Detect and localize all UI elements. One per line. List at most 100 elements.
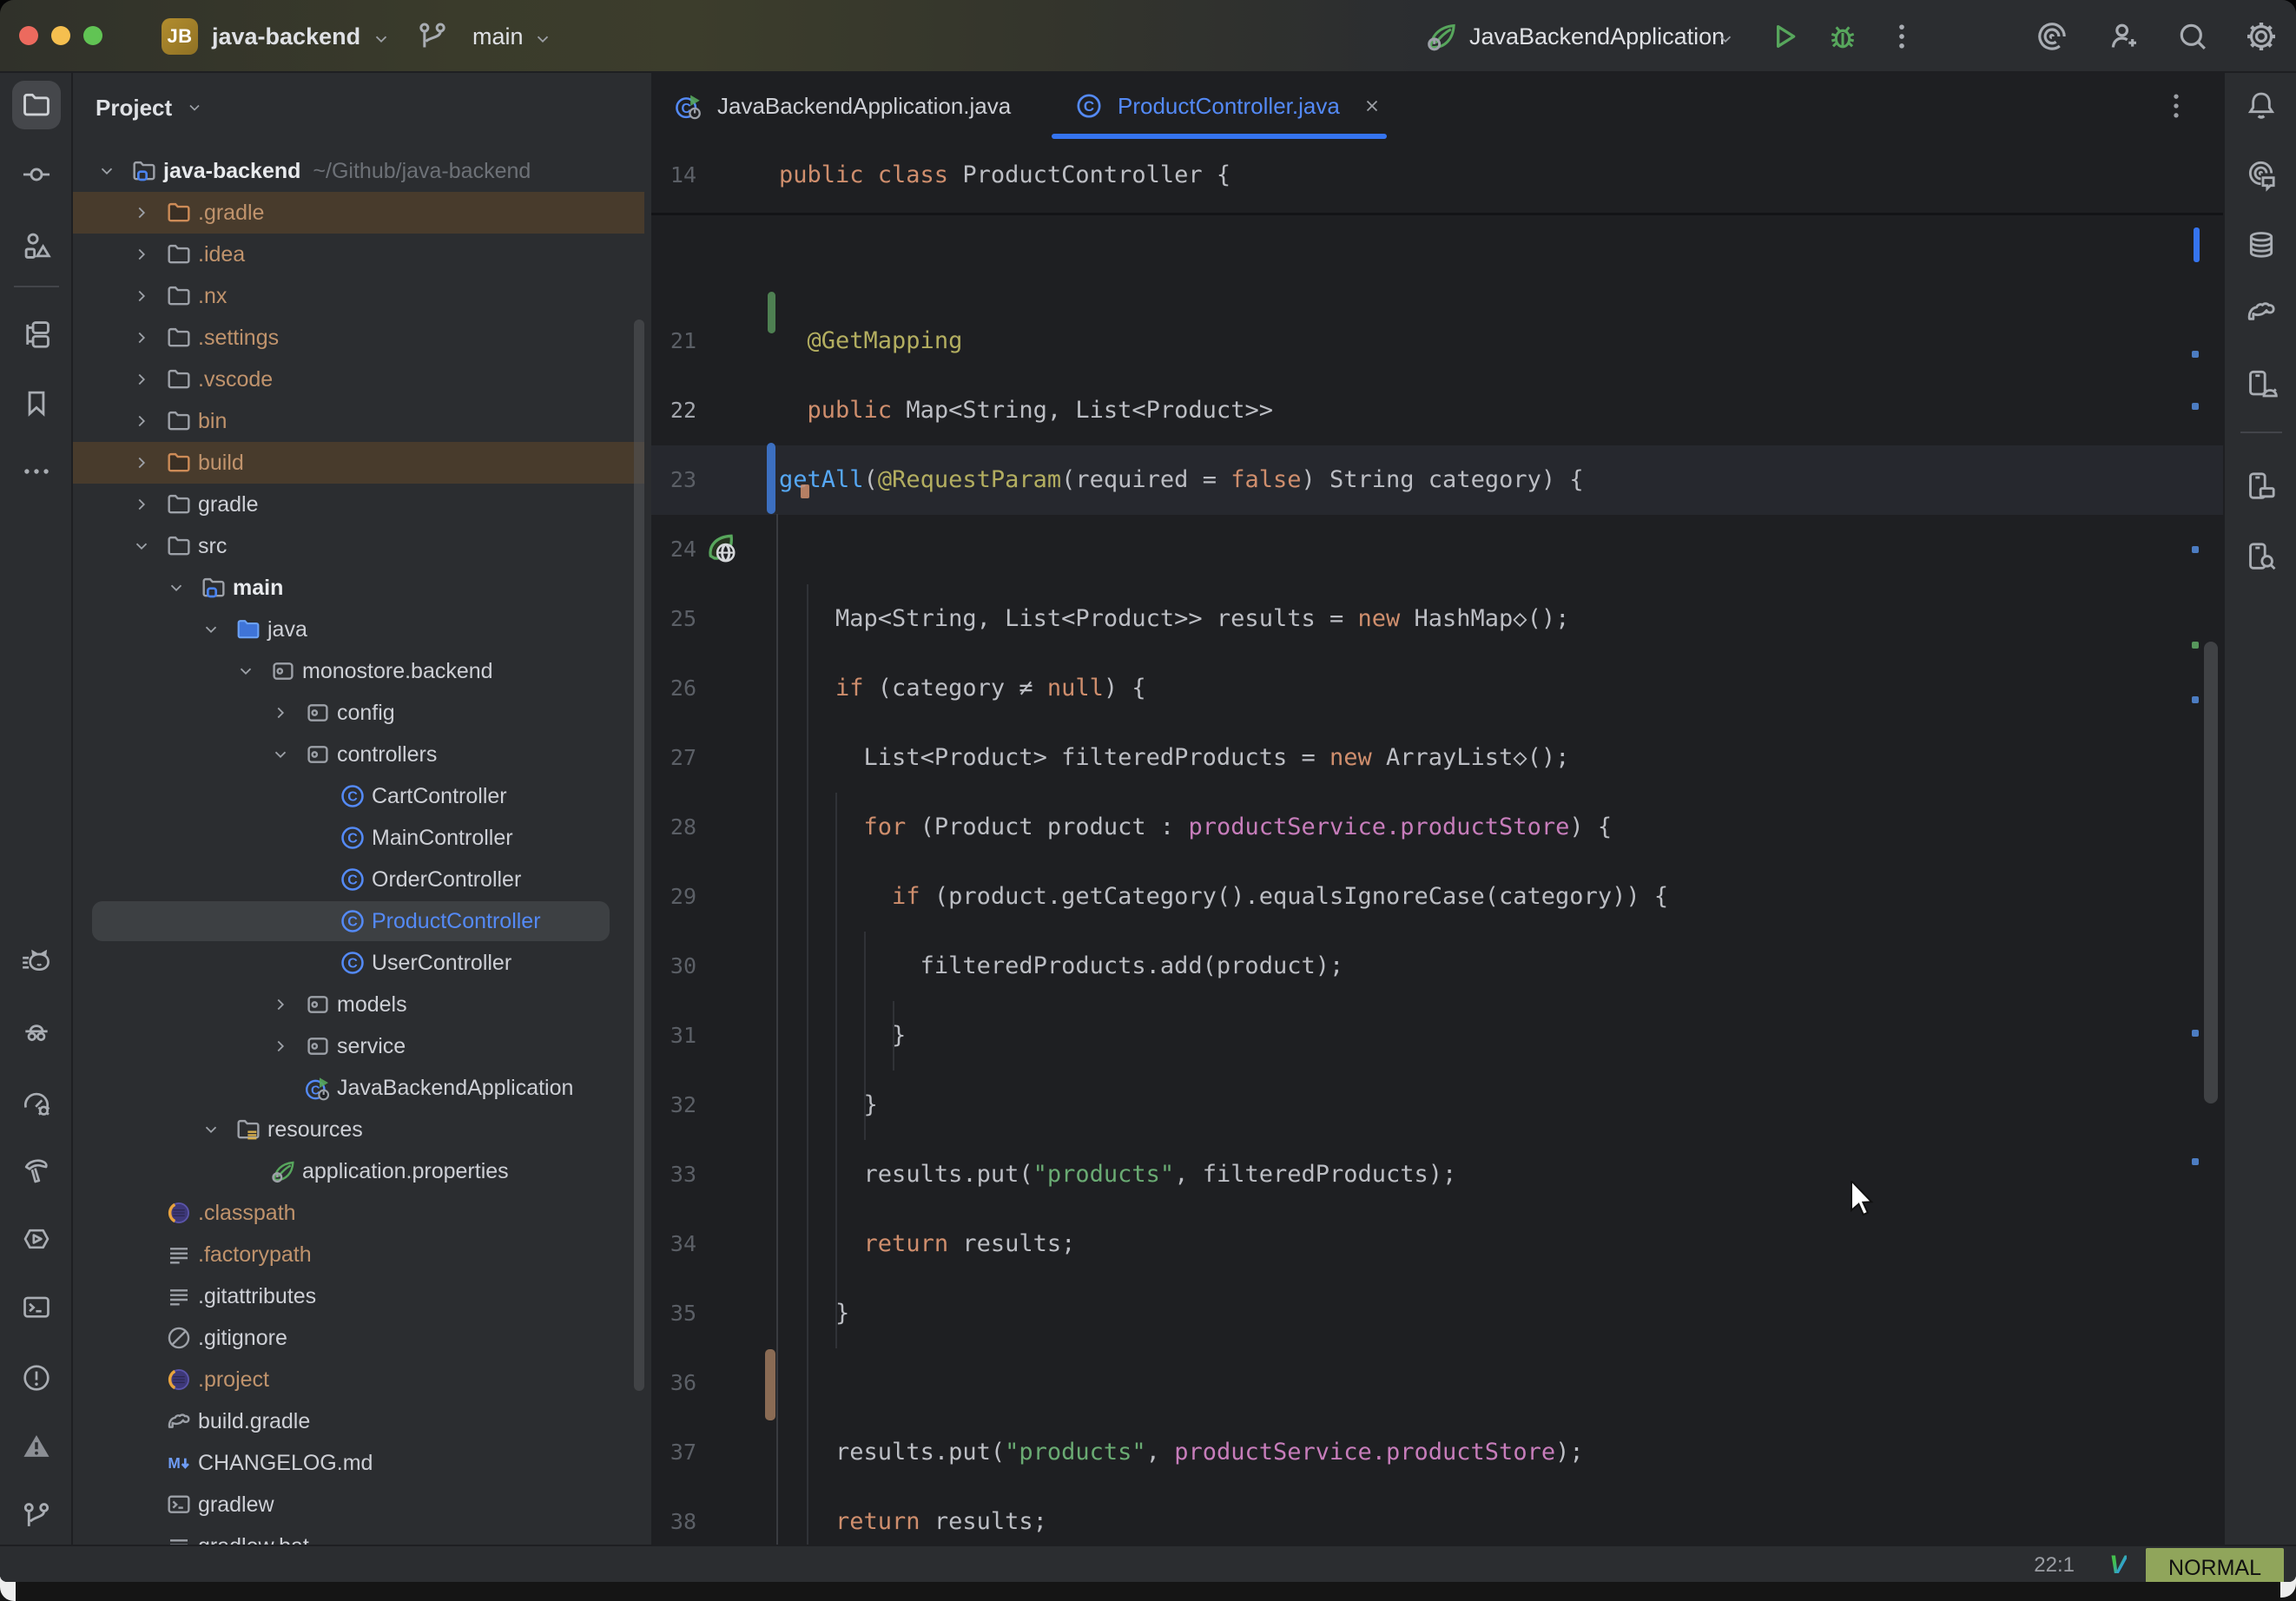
notifications-icon[interactable] — [2244, 88, 2279, 122]
code-line-22[interactable]: 22 public Map<String, List<Product>> — [651, 376, 2223, 445]
tree-item--vscode[interactable]: .vscode — [73, 359, 651, 400]
line-number[interactable]: 35 — [651, 1279, 696, 1348]
debug-icon[interactable] — [1825, 19, 1860, 54]
stripe-added-mark[interactable] — [2192, 642, 2199, 649]
tree-item--project[interactable]: .project — [73, 1359, 651, 1400]
run-icon[interactable] — [1766, 19, 1801, 54]
code-with-me-icon[interactable] — [2108, 19, 2142, 54]
chevron-right-icon[interactable] — [132, 287, 151, 306]
structure-shapes-icon[interactable] — [20, 229, 53, 262]
chevron-right-icon[interactable] — [271, 1037, 290, 1056]
code-line-29[interactable]: 29 if (product.getCategory().equalsIgnor… — [651, 862, 2223, 932]
stripe-change-mark[interactable] — [2192, 351, 2199, 358]
close-icon[interactable] — [1362, 96, 1382, 115]
chevron-right-icon[interactable] — [132, 245, 151, 264]
code-line-35[interactable]: 35 } — [651, 1279, 2223, 1348]
code-line-36[interactable]: 36 — [651, 1348, 2223, 1418]
tree-item-maincontroller[interactable]: CMainController — [73, 817, 651, 859]
tree-item--classpath[interactable]: .classpath — [73, 1192, 651, 1234]
project-avatar[interactable]: JB — [162, 18, 198, 55]
chevron-down-icon[interactable] — [132, 537, 151, 556]
commit-icon[interactable] — [20, 158, 53, 191]
code-line-21[interactable]: 21 @GetMapping — [651, 306, 2223, 376]
tree-item-gradle[interactable]: gradle — [73, 484, 651, 525]
stripe-change-mark[interactable] — [2192, 1158, 2199, 1165]
line-number[interactable]: 25 — [651, 584, 696, 654]
line-number[interactable]: 22 — [651, 376, 696, 445]
warnings-icon[interactable] — [20, 1430, 53, 1463]
endpoint-globe-icon[interactable] — [703, 530, 742, 568]
profiler-icon[interactable] — [20, 1086, 53, 1119]
more-kebab-icon[interactable] — [1884, 19, 1919, 54]
tree-item-models[interactable]: models — [73, 984, 651, 1025]
chevron-right-icon[interactable] — [132, 453, 151, 472]
code-line-38[interactable]: 38 return results; — [651, 1487, 2223, 1545]
code-line-28[interactable]: 28 for (Product product : productService… — [651, 793, 2223, 862]
tree-item-javabackendapplication[interactable]: CJavaBackendApplication — [73, 1067, 651, 1109]
sticky-line[interactable]: 14public class ProductController { — [651, 139, 2223, 215]
services-icon[interactable] — [20, 1222, 53, 1255]
tree-item-build[interactable]: build — [73, 442, 651, 484]
build-icon[interactable] — [20, 1154, 53, 1187]
vim-plugin-icon[interactable]: V — [2109, 1551, 2127, 1580]
settings-icon[interactable] — [2244, 19, 2279, 54]
database-icon[interactable] — [2244, 227, 2279, 262]
device-explorer-icon[interactable] — [2244, 469, 2279, 504]
tree-item--gitattributes[interactable]: .gitattributes — [73, 1275, 651, 1317]
incognito-icon[interactable] — [20, 1013, 53, 1046]
chevron-right-icon[interactable] — [132, 370, 151, 389]
code-line-30[interactable]: 30 filteredProducts.add(product); — [651, 932, 2223, 1001]
stripe-change-mark[interactable] — [2192, 403, 2199, 410]
caret-position-widget[interactable]: 22:1 — [2034, 1553, 2075, 1578]
chevron-right-icon[interactable] — [132, 495, 151, 514]
editor-scrollbar[interactable] — [2204, 642, 2218, 1104]
tree-item--gitignore[interactable]: .gitignore — [73, 1317, 651, 1359]
tree-item-productcontroller[interactable]: CProductController — [73, 900, 651, 942]
line-number[interactable]: 32 — [651, 1071, 696, 1140]
tree-item-usercontroller[interactable]: CUserController — [73, 942, 651, 984]
tree-item-ordercontroller[interactable]: COrderController — [73, 859, 651, 900]
project-panel-header[interactable]: Project — [96, 87, 203, 128]
tree-item-gradlew-bat[interactable]: gradlew.bat — [73, 1525, 651, 1545]
more-tools-icon[interactable] — [20, 455, 53, 488]
bookmarks-icon[interactable] — [20, 386, 53, 419]
git-branch-tool-icon[interactable] — [20, 1499, 53, 1532]
code-line-23[interactable]: 23getAll(@RequestParam(required = false)… — [651, 445, 2223, 515]
chevron-down-icon[interactable] — [201, 620, 221, 639]
line-number[interactable]: 26 — [651, 654, 696, 723]
code-line-37[interactable]: 37 results.put("products", productServic… — [651, 1418, 2223, 1487]
tree-item-gradlew[interactable]: gradlew — [73, 1484, 651, 1525]
tree-item--factorypath[interactable]: .factorypath — [73, 1234, 651, 1275]
editor-options-kebab-icon[interactable] — [2159, 89, 2194, 123]
tree-item--settings[interactable]: .settings — [73, 317, 651, 359]
line-number[interactable]: 27 — [651, 723, 696, 793]
tree-item-config[interactable]: config — [73, 692, 651, 734]
tree-item--gradle[interactable]: .gradle — [73, 192, 651, 234]
line-number[interactable]: 28 — [651, 793, 696, 862]
code-line-33[interactable]: 33 results.put("products", filteredProdu… — [651, 1140, 2223, 1209]
line-number[interactable]: 29 — [651, 862, 696, 932]
chevron-right-icon[interactable] — [132, 203, 151, 222]
device-manager-icon[interactable] — [2244, 366, 2279, 401]
stripe-change-mark[interactable] — [2192, 1030, 2199, 1037]
tree-item-controllers[interactable]: controllers — [73, 734, 651, 775]
line-number[interactable]: 31 — [651, 1001, 696, 1071]
zoom-window-button[interactable] — [83, 26, 102, 45]
line-number[interactable]: 36 — [651, 1348, 696, 1418]
branch-button[interactable]: main — [472, 0, 524, 73]
tree-item-src[interactable]: src — [73, 525, 651, 567]
close-window-button[interactable] — [19, 26, 38, 45]
code-line-26[interactable]: 26 if (category ≠ null) { — [651, 654, 2223, 723]
tree-item-cartcontroller[interactable]: CCartController — [73, 775, 651, 817]
minimize-window-button[interactable] — [51, 26, 70, 45]
line-number[interactable]: 24 — [651, 515, 696, 584]
terminal-icon[interactable] — [20, 1291, 53, 1324]
tree-item-build-gradle[interactable]: build.gradle — [73, 1400, 651, 1442]
stripe-change-mark[interactable] — [2192, 546, 2199, 553]
project-folder-icon[interactable] — [20, 89, 53, 122]
tree-item-java-backend[interactable]: java-backend~/Github/java-backend — [73, 150, 651, 192]
code-line-27[interactable]: 27 List<Product> filteredProducts = new … — [651, 723, 2223, 793]
vcs-modified-marker[interactable] — [767, 443, 775, 514]
code-line-24[interactable]: 24 — [651, 515, 2223, 584]
tree-item-java[interactable]: java — [73, 609, 651, 650]
